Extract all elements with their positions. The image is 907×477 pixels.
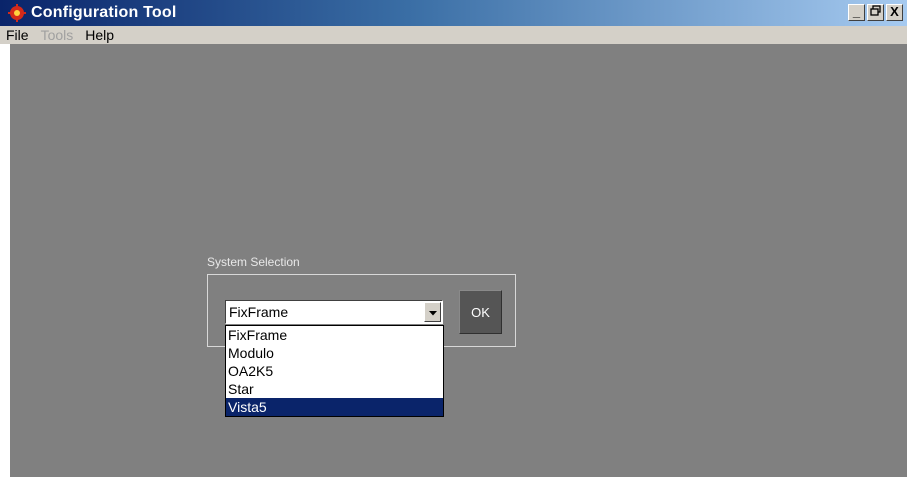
client-area [10, 44, 907, 477]
menu-file[interactable]: File [6, 27, 29, 43]
system-options-list: FixFrame Modulo OA2K5 Star Vista5 [225, 325, 444, 417]
option-fixframe[interactable]: FixFrame [226, 326, 443, 344]
restore-icon [870, 4, 881, 19]
option-vista5[interactable]: Vista5 [226, 398, 443, 416]
system-selection-label: System Selection [207, 255, 300, 269]
menu-help[interactable]: Help [85, 27, 114, 43]
dropdown-arrow-button[interactable] [424, 302, 441, 322]
system-select[interactable]: FixFrame [225, 300, 443, 324]
minimize-button[interactable]: _ [848, 4, 865, 21]
menu-bar: File Tools Help [0, 26, 907, 44]
ok-button[interactable]: OK [459, 290, 502, 334]
option-star[interactable]: Star [226, 380, 443, 398]
ok-button-label: OK [471, 304, 490, 320]
system-select-value: FixFrame [229, 304, 289, 320]
chevron-down-icon [428, 303, 437, 321]
minimize-icon: _ [852, 4, 861, 19]
option-modulo[interactable]: Modulo [226, 344, 443, 362]
close-button[interactable]: X [886, 4, 903, 21]
title-bar[interactable]: Configuration Tool _ X [0, 0, 907, 26]
window-title: Configuration Tool [31, 4, 177, 21]
close-icon: X [890, 4, 899, 19]
menu-tools: Tools [40, 27, 74, 43]
maximize-button[interactable] [867, 4, 884, 21]
option-oa2k5[interactable]: OA2K5 [226, 362, 443, 380]
application-window: Configuration Tool _ X File Tools Help S… [0, 0, 907, 477]
window-controls: _ X [848, 4, 903, 21]
gear-icon [8, 4, 26, 22]
